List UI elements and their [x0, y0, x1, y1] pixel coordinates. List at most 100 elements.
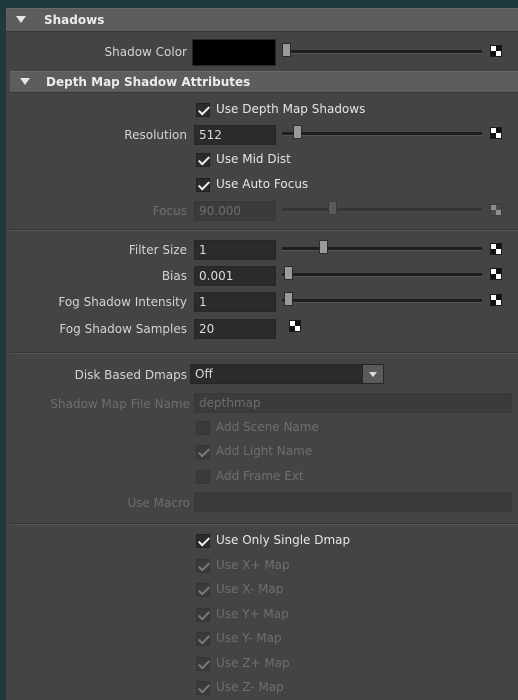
chevron-down-icon: [369, 372, 377, 377]
add-light-name-checkbox: [196, 445, 211, 459]
bias-slider-handle[interactable]: [284, 266, 293, 280]
depth-map-section-title: Depth Map Shadow Attributes: [46, 75, 251, 89]
focus-slider-handle: [328, 201, 337, 215]
use-depth-map-shadows-row[interactable]: Use Depth Map Shadows: [196, 101, 396, 119]
add-frame-ext-row: Add Frame Ext: [196, 468, 396, 486]
use-z-minus-map-checkbox: [196, 681, 211, 695]
use-auto-focus-row[interactable]: Use Auto Focus: [196, 176, 396, 194]
use-mid-dist-label: Use Mid Dist: [216, 152, 291, 166]
shadow-color-slider-handle[interactable]: [282, 43, 291, 57]
divider: [10, 352, 518, 354]
use-y-plus-map-row: Use Y+ Map: [196, 606, 396, 624]
focus-field: 90.000: [194, 201, 276, 221]
use-depth-map-shadows-checkbox[interactable]: [196, 103, 211, 117]
fog-shadow-samples-label: Fog Shadow Samples: [59, 322, 187, 336]
resolution-slider-handle[interactable]: [293, 125, 302, 139]
divider: [10, 523, 518, 525]
use-macro-field: [194, 492, 512, 512]
checkmark-icon: [197, 153, 211, 166]
resolution-slider-track[interactable]: [282, 132, 482, 136]
dropdown-arrow-button[interactable]: [362, 365, 383, 383]
use-y-minus-map-label: Use Y- Map: [216, 631, 282, 645]
use-y-plus-map-checkbox: [196, 608, 211, 622]
use-only-single-dmap-label: Use Only Single Dmap: [216, 533, 351, 547]
checker-map-icon[interactable]: [490, 45, 502, 57]
use-y-minus-map-checkbox: [196, 632, 211, 646]
checker-map-icon[interactable]: [490, 243, 502, 255]
shadow-map-file-name-label: Shadow Map File Name: [50, 397, 190, 411]
fog-shadow-intensity-slider-track[interactable]: [282, 299, 482, 303]
use-macro-label: Use Macro: [127, 496, 190, 510]
use-x-plus-map-row: Use X+ Map: [196, 557, 396, 575]
filter-size-field[interactable]: 1: [194, 240, 276, 260]
fog-shadow-intensity-label: Fog Shadow Intensity: [58, 295, 187, 309]
checker-map-icon[interactable]: [490, 127, 502, 139]
triangle-down-icon: [16, 16, 26, 23]
checker-map-icon[interactable]: [490, 294, 502, 306]
use-z-plus-map-row: Use Z+ Map: [196, 655, 396, 673]
add-scene-name-label: Add Scene Name: [216, 420, 319, 434]
bias-slider-track[interactable]: [282, 273, 482, 277]
depth-map-section-header[interactable]: Depth Map Shadow Attributes: [10, 71, 518, 93]
resolution-field[interactable]: 512: [194, 125, 276, 145]
checker-map-icon[interactable]: [490, 268, 502, 280]
bias-label: Bias: [161, 269, 187, 283]
use-y-minus-map-row: Use Y- Map: [196, 630, 396, 648]
use-x-plus-map-label: Use X+ Map: [216, 558, 290, 572]
checkmark-icon: [197, 681, 211, 694]
use-auto-focus-label: Use Auto Focus: [216, 177, 309, 191]
window-frame-top: [0, 0, 518, 8]
disk-based-dmaps-dropdown[interactable]: Off: [190, 364, 384, 384]
focus-slider-track: [282, 208, 482, 212]
use-x-plus-map-checkbox: [196, 559, 211, 573]
use-depth-map-shadows-label: Use Depth Map Shadows: [216, 102, 366, 116]
use-z-plus-map-checkbox: [196, 657, 211, 671]
fog-shadow-samples-field[interactable]: 20: [194, 319, 276, 339]
use-x-minus-map-checkbox: [196, 583, 211, 597]
focus-label: Focus: [152, 204, 187, 218]
checkmark-icon: [197, 632, 211, 645]
checkmark-icon: [197, 583, 211, 596]
disk-based-dmaps-label: Disk Based Dmaps: [74, 368, 187, 382]
add-scene-name-row: Add Scene Name: [196, 419, 396, 437]
checkmark-icon: [197, 608, 211, 621]
checkmark-icon: [197, 534, 211, 547]
shadow-color-slider-track[interactable]: [282, 50, 482, 54]
use-mid-dist-checkbox[interactable]: [196, 153, 211, 167]
add-frame-ext-checkbox: [196, 470, 210, 484]
use-x-minus-map-label: Use X- Map: [216, 582, 284, 596]
fog-shadow-intensity-slider-handle[interactable]: [284, 292, 293, 306]
use-z-minus-map-label: Use Z- Map: [216, 680, 284, 694]
use-x-minus-map-row: Use X- Map: [196, 581, 396, 599]
add-light-name-row: Add Light Name: [196, 443, 396, 461]
use-z-plus-map-label: Use Z+ Map: [216, 656, 290, 670]
checker-map-icon: [490, 204, 502, 216]
use-auto-focus-checkbox[interactable]: [196, 178, 211, 192]
use-y-plus-map-label: Use Y+ Map: [216, 607, 289, 621]
checkmark-icon: [197, 657, 211, 670]
use-only-single-dmap-row[interactable]: Use Only Single Dmap: [196, 532, 396, 550]
bias-field[interactable]: 0.001: [194, 266, 276, 286]
shadow-color-label: Shadow Color: [104, 45, 188, 59]
filter-size-label: Filter Size: [128, 243, 187, 257]
checker-map-icon[interactable]: [289, 320, 301, 332]
shadow-color-swatch[interactable]: [192, 39, 276, 66]
filter-size-slider-handle[interactable]: [319, 240, 328, 254]
use-z-minus-map-row: Use Z- Map: [196, 679, 396, 697]
checkmark-icon: [197, 178, 211, 191]
attribute-editor-panel: Shadows Shadow Color Depth Map Shadow At…: [0, 0, 518, 700]
shadows-section-header[interactable]: Shadows: [6, 8, 518, 32]
fog-shadow-intensity-field[interactable]: 1: [194, 292, 276, 312]
divider: [10, 229, 518, 231]
checkmark-icon: [197, 103, 211, 116]
add-light-name-label: Add Light Name: [216, 444, 313, 458]
filter-size-slider-track[interactable]: [282, 247, 482, 251]
shadow-map-file-name-field: depthmap: [194, 393, 512, 413]
add-scene-name-checkbox: [196, 421, 210, 435]
resolution-label: Resolution: [124, 128, 187, 142]
use-mid-dist-row[interactable]: Use Mid Dist: [196, 151, 396, 169]
use-only-single-dmap-checkbox[interactable]: [196, 534, 211, 548]
checkmark-icon: [197, 559, 211, 572]
disk-based-dmaps-value: Off: [195, 367, 213, 381]
checkmark-icon: [197, 445, 211, 458]
